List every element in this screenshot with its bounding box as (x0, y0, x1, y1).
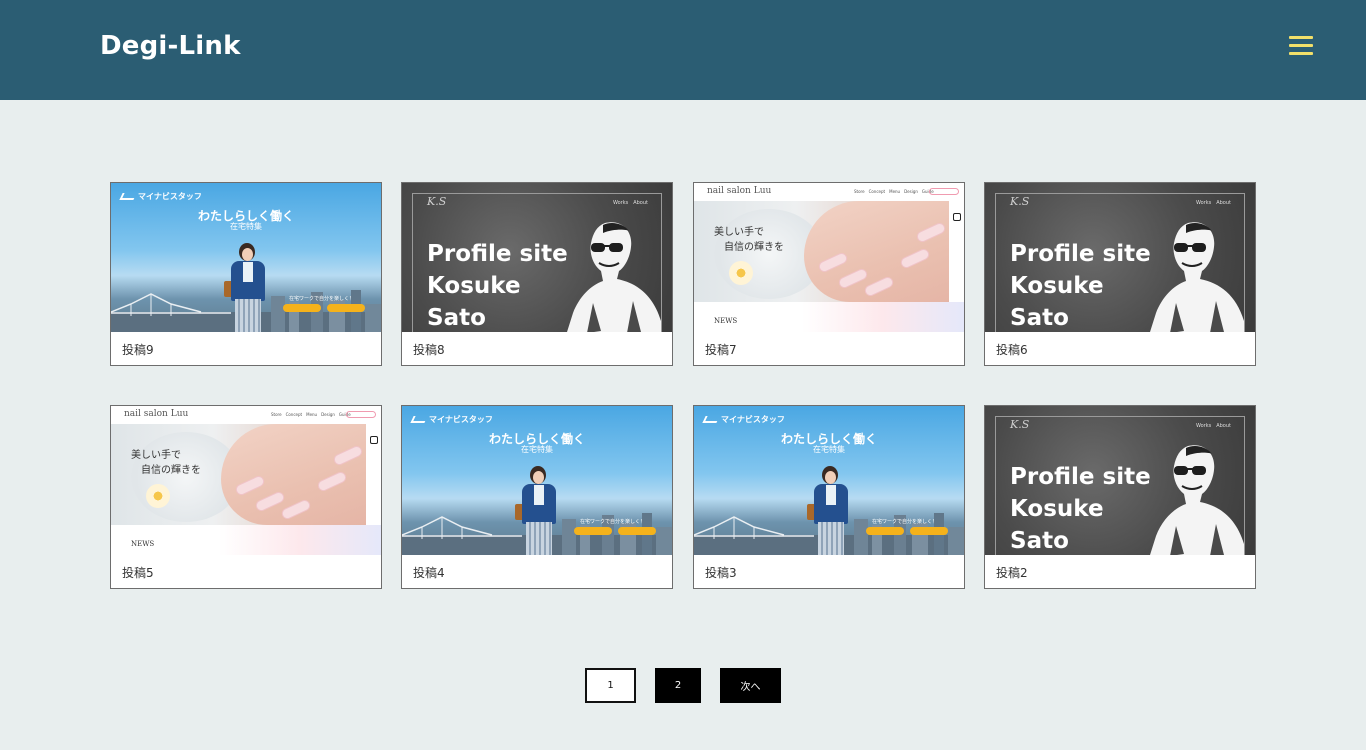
instagram-icon (953, 213, 961, 221)
thumb-headline: Profile site Kosuke Sato (1010, 241, 1151, 331)
post-thumbnail[interactable]: K.S Works About Profile site Kosuke Sato (402, 183, 672, 332)
thumb-note: 在宅ワークで自分を楽しく！ (289, 296, 355, 302)
post-title[interactable]: 投稿9 (122, 341, 154, 358)
post-card[interactable]: マイナビスタッフ わたしらしく働く 在宅特集 在宅ワークで自分を楽しく！ 投稿9 (110, 182, 382, 366)
woman-photo (224, 243, 268, 332)
post-card[interactable]: マイナビスタッフ わたしらしく働く 在宅特集 在宅ワークで自分を楽しく！ 投稿4 (401, 405, 673, 589)
woman-photo (807, 466, 851, 555)
thumb-nav: Works About (1195, 200, 1231, 206)
post-thumbnail[interactable]: マイナビスタッフ わたしらしく働く 在宅特集 在宅ワークで自分を楽しく！ (111, 183, 381, 332)
post-card[interactable]: nail salon Luu Store Concept Menu Design… (110, 405, 382, 589)
thumb-headline: Profile site Kosuke Sato (427, 241, 568, 331)
post-title[interactable]: 投稿6 (996, 341, 1028, 358)
thumb-brand: マイナビスタッフ (702, 414, 785, 425)
thumb-logo: K.S (427, 195, 447, 208)
post-title[interactable]: 投稿3 (705, 564, 737, 581)
thumb-brand: マイナビスタッフ (410, 414, 493, 425)
thumb-note: 在宅ワークで自分を楽しく！ (580, 519, 646, 525)
instagram-icon (370, 436, 378, 444)
post-thumbnail[interactable]: K.S Works About Profile site Kosuke Sato (985, 406, 1255, 555)
post-card[interactable]: K.S Works About Profile site Kosuke Sato… (984, 405, 1256, 589)
flower-graphic (146, 484, 170, 508)
thumb-cta-button (574, 527, 612, 535)
menu-bar (1289, 52, 1313, 55)
man-silhouette-graphic (1150, 222, 1244, 332)
thumb-logo: K.S (1010, 195, 1030, 208)
post-card[interactable]: nail salon Luu Store Concept Menu Design… (693, 182, 965, 366)
thumb-nav: Works About (1195, 423, 1231, 429)
man-silhouette-graphic (1150, 445, 1244, 555)
post-thumbnail[interactable]: nail salon Luu Store Concept Menu Design… (111, 406, 381, 555)
post-title[interactable]: 投稿4 (413, 564, 445, 581)
thumb-cta-button (910, 527, 948, 535)
thumb-copy: 美しい手で 自信の輝きを (131, 450, 201, 476)
post-card[interactable]: K.S Works About Profile site Kosuke Sato… (401, 182, 673, 366)
site-logo[interactable]: Degi-Link (100, 31, 241, 61)
page-1-button[interactable]: 1 (585, 668, 636, 703)
menu-bar (1289, 44, 1313, 47)
thumb-cta-button (327, 304, 365, 312)
post-title[interactable]: 投稿8 (413, 341, 445, 358)
thumb-cta-button (866, 527, 904, 535)
thumb-nav: Works About (612, 200, 648, 206)
thumb-subheadline: 在宅特集 (813, 445, 845, 454)
thumb-nav: Store Concept Menu Design Guide (854, 189, 934, 194)
post-card[interactable]: K.S Works About Profile site Kosuke Sato… (984, 182, 1256, 366)
thumb-news-label: NEWS (714, 317, 738, 325)
page-2-button[interactable]: 2 (655, 668, 701, 703)
man-silhouette-graphic (567, 222, 661, 332)
post-title[interactable]: 投稿2 (996, 564, 1028, 581)
post-title[interactable]: 投稿5 (122, 564, 154, 581)
flower-graphic (729, 261, 753, 285)
thumb-copy: 美しい手で 自信の輝きを (714, 227, 784, 253)
menu-bar (1289, 36, 1313, 39)
post-thumbnail[interactable]: nail salon Luu Store Concept Menu Design… (694, 183, 964, 332)
post-card[interactable]: マイナビスタッフ わたしらしく働く 在宅特集 在宅ワークで自分を楽しく！ 投稿3 (693, 405, 965, 589)
post-thumbnail[interactable]: K.S Works About Profile site Kosuke Sato (985, 183, 1255, 332)
next-page-button[interactable]: 次へ (720, 668, 781, 703)
thumb-subheadline: 在宅特集 (230, 222, 262, 231)
post-thumbnail[interactable]: マイナビスタッフ わたしらしく働く 在宅特集 在宅ワークで自分を楽しく！ (694, 406, 964, 555)
thumb-logo: nail salon Luu (707, 186, 772, 196)
post-thumbnail[interactable]: マイナビスタッフ わたしらしく働く 在宅特集 在宅ワークで自分を楽しく！ (402, 406, 672, 555)
thumb-subheadline: 在宅特集 (521, 445, 553, 454)
site-header: Degi-Link (0, 0, 1366, 100)
thumb-logo: nail salon Luu (124, 409, 189, 419)
thumb-note: 在宅ワークで自分を楽しく！ (872, 519, 938, 525)
woman-photo (515, 466, 559, 555)
thumb-brand: マイナビスタッフ (119, 191, 202, 202)
thumb-reserve-button (346, 411, 376, 418)
thumb-logo: K.S (1010, 418, 1030, 431)
post-title[interactable]: 投稿7 (705, 341, 737, 358)
thumb-cta-button (283, 304, 321, 312)
hamburger-menu-icon[interactable] (1289, 36, 1313, 58)
thumb-headline: Profile site Kosuke Sato (1010, 464, 1151, 554)
thumb-news-label: NEWS (131, 540, 155, 548)
thumb-nav: Store Concept Menu Design Guide (271, 412, 351, 417)
thumb-cta-button (618, 527, 656, 535)
thumb-reserve-button (929, 188, 959, 195)
